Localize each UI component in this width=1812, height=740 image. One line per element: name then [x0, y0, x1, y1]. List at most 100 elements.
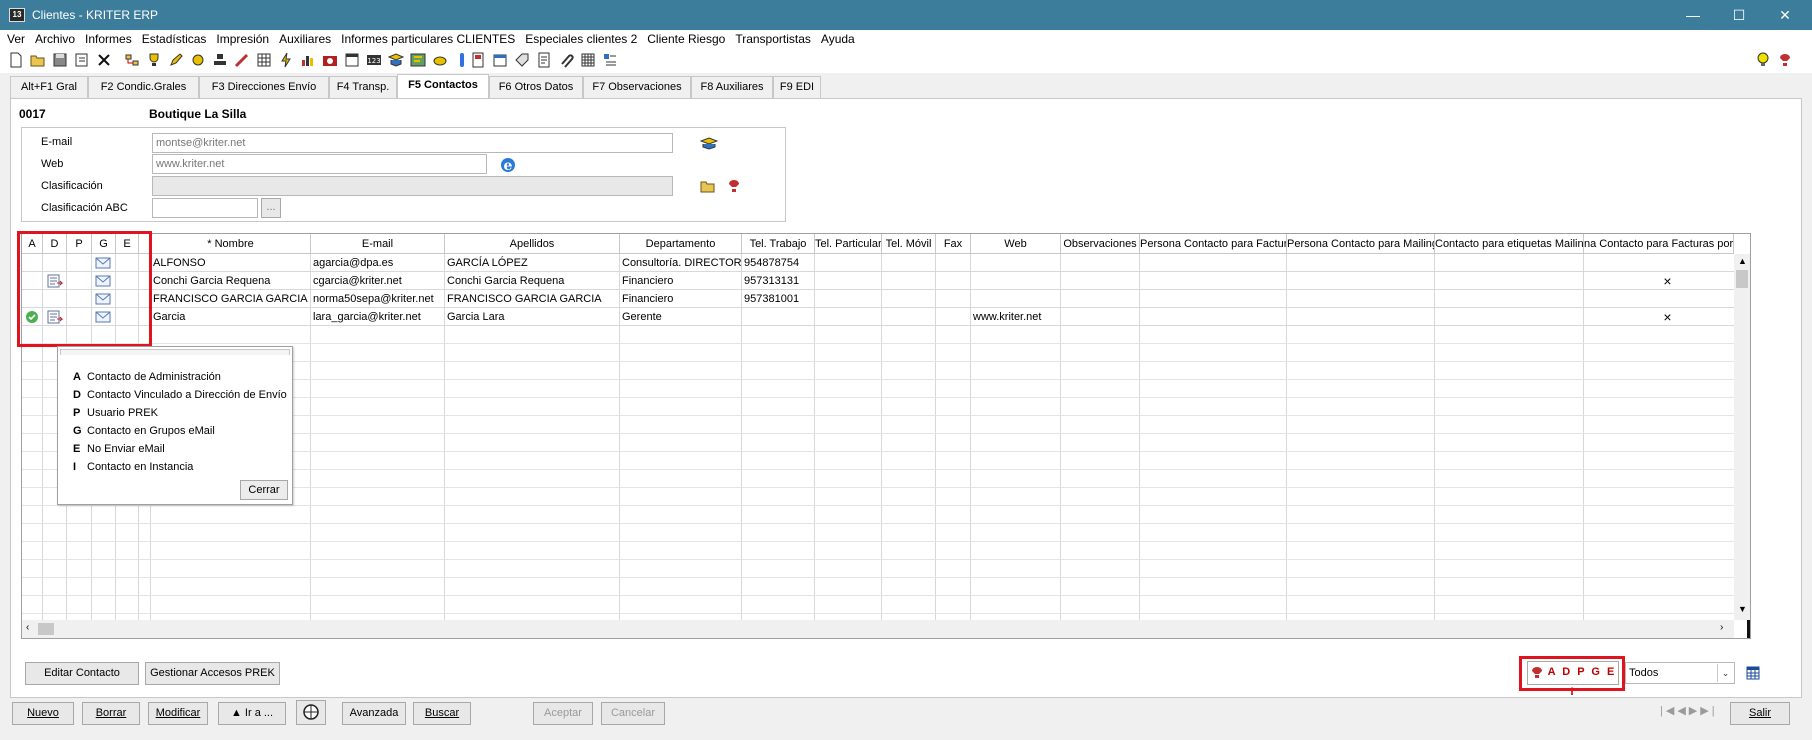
cell-facturas-por[interactable]	[1584, 254, 1750, 272]
clip-icon[interactable]	[454, 52, 470, 68]
ir-a-button[interactable]: ▲ Ir a ...	[218, 702, 286, 725]
internet-explorer-icon[interactable]: e	[498, 155, 518, 175]
lightbulb-icon[interactable]	[1755, 52, 1771, 68]
cell-persona-facturas[interactable]	[1140, 308, 1287, 326]
cell-fax[interactable]	[936, 254, 971, 272]
tag-icon[interactable]	[514, 52, 530, 68]
menu-archivo[interactable]: Archivo	[30, 30, 80, 49]
modificar-button[interactable]: Modificar	[148, 702, 208, 725]
list-icon[interactable]	[602, 52, 618, 68]
cerrar-button[interactable]: Cerrar	[240, 480, 288, 500]
cell-web[interactable]: www.kriter.net	[971, 308, 1061, 326]
cell-departamento[interactable]: Financiero	[620, 272, 742, 290]
table-icon[interactable]	[256, 52, 272, 68]
clasificacion-abc-lookup-button[interactable]: ...	[261, 198, 281, 218]
horizontal-scrollbar[interactable]: ‹ ›	[22, 620, 1734, 638]
clasificacion-field[interactable]	[152, 176, 673, 196]
menu-ayuda[interactable]: Ayuda	[816, 30, 860, 49]
cell-email[interactable]: cgarcia@kriter.net	[311, 272, 445, 290]
menu-transportistas[interactable]: Transportistas	[730, 30, 816, 49]
cell-persona-mailing[interactable]	[1287, 254, 1435, 272]
email-field[interactable]: montse@kriter.net	[152, 133, 673, 153]
scroll-thumb[interactable]	[1736, 270, 1748, 288]
send-email-icon[interactable]	[700, 136, 718, 152]
menu-cliente-riesgo[interactable]: Cliente Riesgo	[642, 30, 730, 49]
cell-tel-movil[interactable]	[882, 308, 936, 326]
cell-facturas-por[interactable]: ×	[1584, 272, 1750, 290]
cell-tel-trabajo[interactable]	[742, 308, 815, 326]
new-document-icon[interactable]	[8, 52, 24, 68]
cell-facturas-por[interactable]	[1584, 290, 1750, 308]
cell-tel-particular[interactable]	[815, 290, 882, 308]
cell-etiquetas-mailing[interactable]	[1435, 272, 1584, 290]
calendar-icon[interactable]	[492, 52, 508, 68]
tab-general[interactable]: Alt+F1 Gral	[10, 76, 88, 99]
cell-web[interactable]	[971, 254, 1061, 272]
header-col-etiquetas-mailing[interactable]: Contacto para etiquetas Mailing	[1435, 234, 1584, 254]
menu-estadisticas[interactable]: Estadísticas	[137, 30, 212, 49]
avanzada-button[interactable]: Avanzada	[342, 702, 406, 725]
menu-auxiliares[interactable]: Auxiliares	[274, 30, 336, 49]
header-col-persona-mailing[interactable]: Persona Contacto para Mailing	[1287, 234, 1435, 254]
tab-condiciones-generales[interactable]: F2 Condic.Grales	[88, 76, 199, 99]
cell-apellidos[interactable]: FRANCISCO GARCIA GARCIA	[445, 290, 620, 308]
grid-resize-grip[interactable]	[1747, 620, 1750, 638]
close-button[interactable]: ✕	[1762, 0, 1808, 30]
cell-apellidos[interactable]: GARCÍA LÓPEZ	[445, 254, 620, 272]
header-col-nombre[interactable]: * Nombre	[151, 234, 311, 254]
contact-card-icon[interactable]	[388, 52, 404, 68]
cell-nombre[interactable]: ALFONSO	[151, 254, 311, 272]
header-col-observaciones[interactable]: Observaciones	[1061, 234, 1140, 254]
money-icon[interactable]	[190, 52, 206, 68]
cell-facturas-por[interactable]: ×	[1584, 308, 1750, 326]
cell-email[interactable]: norma50sepa@kriter.net	[311, 290, 445, 308]
menu-especiales-clientes[interactable]: Especiales clientes 2	[520, 30, 642, 49]
cell-tel-trabajo[interactable]: 957381001	[742, 290, 815, 308]
minimize-button[interactable]: —	[1670, 0, 1716, 30]
tab-transportistas[interactable]: F4 Transp.	[329, 76, 397, 99]
cell-tel-particular[interactable]	[815, 272, 882, 290]
map-icon[interactable]	[410, 52, 426, 68]
scroll-down-arrow-icon[interactable]: ▼	[1738, 604, 1747, 614]
aceptar-button[interactable]: Aceptar	[533, 702, 593, 725]
help-icon[interactable]	[726, 178, 742, 194]
report-icon[interactable]	[536, 52, 552, 68]
header-col-tel-trabajo[interactable]: Tel. Trabajo	[742, 234, 815, 254]
header-col-email[interactable]: E-mail	[311, 234, 445, 254]
header-col-departamento[interactable]: Departamento	[620, 234, 742, 254]
scroll-right-arrow-icon[interactable]: ›	[1720, 622, 1723, 633]
web-field[interactable]: www.kriter.net	[152, 154, 487, 174]
book-icon[interactable]	[470, 52, 486, 68]
header-col-web[interactable]: Web	[971, 234, 1061, 254]
tree-icon[interactable]	[124, 52, 140, 68]
cell-fax[interactable]	[936, 290, 971, 308]
header-col-persona-facturas[interactable]: Persona Contacto para Facturas	[1140, 234, 1287, 254]
tab-direcciones-envio[interactable]: F3 Direcciones Envío	[199, 76, 329, 99]
cell-tel-particular[interactable]	[815, 254, 882, 272]
buscar-button[interactable]: Buscar	[413, 702, 471, 725]
tab-observaciones[interactable]: F7 Observaciones	[583, 76, 691, 99]
cell-persona-facturas[interactable]	[1140, 290, 1287, 308]
vertical-scrollbar[interactable]: ▲ ▼	[1734, 254, 1750, 620]
cell-etiquetas-mailing[interactable]	[1435, 290, 1584, 308]
edit-document-icon[interactable]	[74, 52, 90, 68]
cell-etiquetas-mailing[interactable]	[1435, 308, 1584, 326]
cell-email[interactable]: agarcia@dpa.es	[311, 254, 445, 272]
cell-nombre[interactable]: Conchi Garcia Requena	[151, 272, 311, 290]
cell-persona-facturas[interactable]	[1140, 254, 1287, 272]
cell-observaciones[interactable]	[1061, 290, 1140, 308]
save-icon[interactable]	[52, 52, 68, 68]
header-col-fax[interactable]: Fax	[936, 234, 971, 254]
trophy-icon[interactable]	[146, 52, 162, 68]
cell-nombre[interactable]: FRANCISCO GARCIA GARCIA	[151, 290, 311, 308]
header-col-apellidos[interactable]: Apellidos	[445, 234, 620, 254]
cell-departamento[interactable]: Consultoría. DIRECTOR	[620, 254, 742, 272]
menu-impresion[interactable]: Impresión	[211, 30, 274, 49]
cell-tel-trabajo[interactable]: 954878754	[742, 254, 815, 272]
cell-tel-trabajo[interactable]: 957313131	[742, 272, 815, 290]
cell-persona-facturas[interactable]	[1140, 272, 1287, 290]
clasificacion-abc-field[interactable]	[152, 198, 258, 218]
cell-departamento[interactable]: Gerente	[620, 308, 742, 326]
window-icon[interactable]	[344, 52, 360, 68]
globe-search-icon[interactable]	[296, 700, 326, 725]
